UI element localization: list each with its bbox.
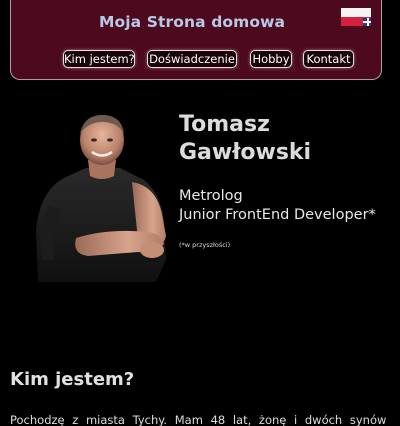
- flag-uk-icon[interactable]: [363, 18, 371, 26]
- nav-kim-jestem-button[interactable]: Kim jestem?: [63, 50, 135, 68]
- site-title: Moja Strona domowa: [99, 13, 286, 31]
- role-metrolog: Metrolog: [179, 188, 243, 204]
- role-footnote: (*w przyszłości): [179, 241, 231, 249]
- person-name: Tomasz Gawłowski: [179, 111, 311, 167]
- person-roles: Metrolog Junior FrontEnd Developer*: [179, 187, 376, 225]
- about-text: Pochodzę z miasta Tychy. Mam 48 lat, żon…: [10, 413, 387, 426]
- profile-photo: [36, 114, 166, 282]
- flag-pl-icon: [341, 8, 371, 17]
- last-name: Gawłowski: [179, 140, 312, 165]
- page: Moja Strona domowa Kim jestem? Doświadcz…: [0, 0, 400, 426]
- role-frontend: Junior FrontEnd Developer*: [179, 207, 376, 223]
- language-switch[interactable]: [341, 8, 371, 26]
- about-heading: Kim jestem?: [10, 369, 135, 390]
- first-name: Tomasz: [179, 112, 270, 137]
- nav-doswiadczenie-button[interactable]: Doświadczenie: [147, 50, 237, 68]
- nav-hobby-button[interactable]: Hobby: [250, 50, 292, 68]
- nav-kontakt-button[interactable]: Kontakt: [303, 50, 354, 68]
- site-header: Moja Strona domowa Kim jestem? Doświadcz…: [10, 0, 382, 80]
- main-nav: Kim jestem? Doświadczenie Hobby Kontakt: [11, 50, 381, 70]
